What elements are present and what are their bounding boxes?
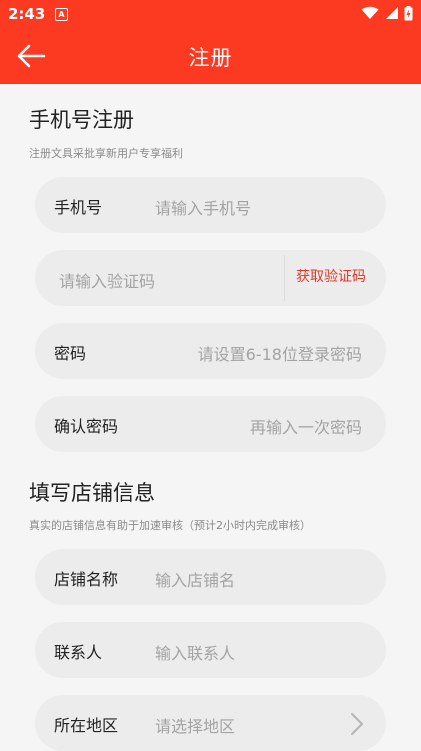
contact-label: 联系人 — [54, 643, 103, 662]
password-field[interactable]: 密码 请设置6-18位登录密码 — [35, 323, 386, 379]
phone-input[interactable]: 请输入手机号 — [155, 195, 251, 219]
password-input[interactable]: 请设置6-18位登录密码 — [198, 341, 362, 365]
verification-code-input[interactable]: 请输入验证码 — [59, 268, 155, 292]
page-title: 注册 — [188, 46, 233, 70]
verification-code-field[interactable]: 请输入验证码 获取验证码 — [35, 250, 386, 306]
status-bar: 2:43 A — [0, 0, 421, 28]
contact-input[interactable]: 输入联系人 — [155, 640, 235, 664]
region-select[interactable]: 请选择地区 — [155, 713, 235, 737]
store-name-input[interactable]: 输入店铺名 — [155, 567, 235, 591]
wifi-icon — [361, 6, 379, 19]
phone-register-heading: 手机号注册 — [29, 108, 134, 132]
phone-field[interactable]: 手机号 请输入手机号 — [35, 177, 386, 233]
battery-icon — [404, 6, 413, 21]
store-name-label: 店铺名称 — [54, 570, 119, 589]
confirm-password-label: 确认密码 — [54, 417, 119, 436]
get-code-button[interactable]: 获取验证码 — [296, 266, 366, 286]
phone-label: 手机号 — [54, 198, 103, 217]
notification-icon: A — [55, 8, 68, 21]
chevron-right-icon — [351, 713, 363, 735]
confirm-password-input[interactable]: 再输入一次密码 — [250, 414, 362, 438]
divider — [284, 255, 285, 301]
region-field[interactable]: 所在地区 请选择地区 — [35, 695, 386, 751]
status-icons — [361, 6, 413, 25]
store-info-heading: 填写店铺信息 — [29, 481, 155, 505]
signal-icon — [385, 7, 398, 19]
app-bar: 注册 — [0, 28, 421, 84]
store-name-field[interactable]: 店铺名称 输入店铺名 — [35, 549, 386, 605]
confirm-password-field[interactable]: 确认密码 再输入一次密码 — [35, 396, 386, 452]
phone-register-subtitle: 注册文具采批享新用户专享福利 — [29, 147, 183, 160]
password-label: 密码 — [54, 344, 87, 363]
store-info-subtitle: 真实的店铺信息有助于加速审核（预计2小时内完成审核） — [29, 519, 311, 532]
region-label: 所在地区 — [54, 716, 119, 735]
contact-field[interactable]: 联系人 输入联系人 — [35, 622, 386, 678]
status-time: 2:43 — [8, 5, 46, 23]
